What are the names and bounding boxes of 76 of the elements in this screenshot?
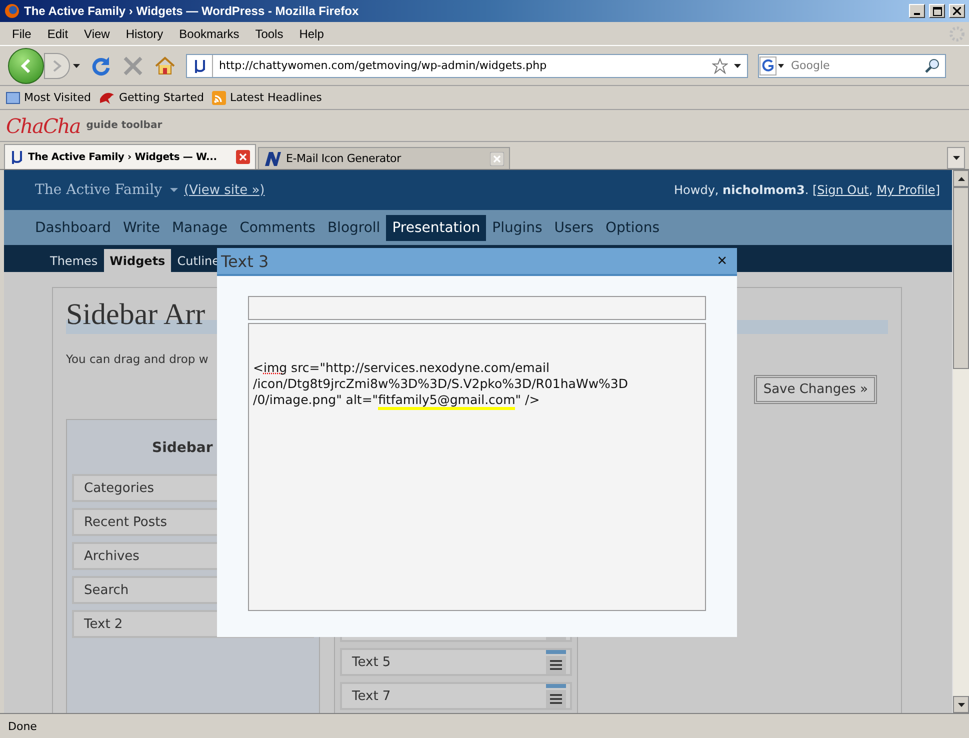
status-text: Done (8, 720, 37, 732)
save-changes-button[interactable]: Save Changes » (754, 375, 877, 404)
close-button[interactable] (949, 4, 965, 18)
account-link[interactable]: Sign Out (817, 183, 869, 197)
home-button[interactable] (154, 54, 176, 76)
tab-list-button[interactable] (947, 147, 965, 169)
browser-tab[interactable]: E-Mail Icon Generator (258, 147, 510, 169)
caret-icon (952, 156, 960, 160)
close-button[interactable]: × (717, 251, 727, 271)
account-link[interactable]: My Profile (876, 183, 936, 197)
nav-item[interactable]: Manage (166, 214, 234, 240)
menu-item[interactable]: File (4, 26, 40, 40)
site-icon (192, 58, 206, 74)
nav-item[interactable]: Comments (234, 214, 322, 240)
chacha-logo[interactable]: ChaCha (6, 114, 80, 138)
search-icon[interactable] (925, 58, 941, 74)
menu-item[interactable]: View (76, 26, 118, 40)
window-title: The Active Family › Widgets — WordPress - Mozilla Firefox (24, 4, 360, 18)
history-dropdown-button[interactable] (73, 64, 80, 68)
text-area[interactable]: <img src="http://services.nexodyne.com/email /icon/Dtg8t9jrcZmi8w%3D%3D/S.V2pko%3D/R01haWw%3D /0/image.png" alt="fitfamily5@gmail.com" /> (248, 323, 706, 611)
nav-item[interactable]: Blogroll (321, 214, 386, 240)
title-field[interactable] (248, 296, 706, 320)
minimize-button[interactable] (909, 4, 925, 18)
search-field[interactable]: Google (758, 54, 946, 78)
nav-item[interactable]: Users (548, 214, 600, 240)
nav-item[interactable]: Presentation (386, 214, 486, 240)
menu-item[interactable]: Help (291, 26, 332, 40)
folder-icon (6, 90, 20, 104)
subnav-tab[interactable]: Themes (44, 249, 104, 272)
n-logo-icon (264, 150, 282, 166)
marker-bar (546, 650, 566, 654)
maximize-button[interactable] (929, 4, 945, 18)
drag-handle-icon[interactable] (550, 694, 562, 704)
drag-handle-icon[interactable] (550, 660, 562, 670)
site-icon (10, 149, 24, 165)
menu-item[interactable]: Tools (247, 26, 292, 40)
widget-item[interactable]: Text 5 (340, 648, 572, 676)
address-field[interactable]: http://chattywomen.com/getmoving/wp-admin/widgets.php (186, 54, 748, 78)
menu-item[interactable]: History (118, 26, 172, 40)
rss-icon (212, 90, 226, 104)
browser-tab[interactable]: The Active Family › Widgets — W... (4, 144, 256, 169)
subnav-tab[interactable]: Widgets (104, 249, 172, 272)
bookmark-item[interactable]: Getting Started (98, 90, 204, 104)
scroll-down-icon (958, 702, 964, 706)
intro-text: You can drag and drop w (66, 352, 210, 366)
nav-item[interactable]: Plugins (486, 214, 548, 240)
bracket-text: ] (935, 183, 940, 197)
bookmark-item[interactable]: Latest Headlines (212, 90, 322, 104)
menu-item[interactable]: Edit (39, 26, 76, 40)
toolbar-label: guide toolbar (86, 120, 162, 131)
menu-item[interactable]: Bookmarks (171, 26, 248, 40)
bookmark-item[interactable]: Most Visited (6, 90, 91, 104)
reload-button[interactable] (90, 54, 112, 76)
search-engine-icon[interactable] (759, 56, 785, 76)
separator-text: , (868, 183, 873, 197)
scroll-up-icon (958, 176, 964, 180)
dropdown-arrow-icon[interactable] (734, 64, 741, 68)
nav-item[interactable]: Options (600, 214, 666, 240)
nav-item[interactable]: Dashboard (29, 214, 117, 240)
close-icon (953, 7, 961, 15)
widget-item[interactable]: Text 7 (340, 682, 572, 710)
bird-icon (98, 90, 115, 104)
back-button[interactable] (8, 48, 44, 84)
caret-icon (73, 64, 80, 68)
dialog-title: Text 3 (221, 252, 270, 270)
close-tab-icon[interactable] (236, 150, 250, 164)
column-title: Sidebar (152, 440, 214, 458)
star-icon[interactable] (712, 58, 728, 74)
scrollbar[interactable] (952, 170, 969, 713)
view-site-link[interactable]: (View site ») (184, 182, 265, 198)
maximize-icon (932, 6, 942, 16)
throbber-icon (949, 26, 965, 42)
site-title: The Active Family (35, 182, 162, 198)
greeting-text: Howdy, nicholmom3. [ (674, 183, 818, 197)
nav-item[interactable]: Write (116, 214, 166, 240)
marker-bar (546, 684, 566, 688)
